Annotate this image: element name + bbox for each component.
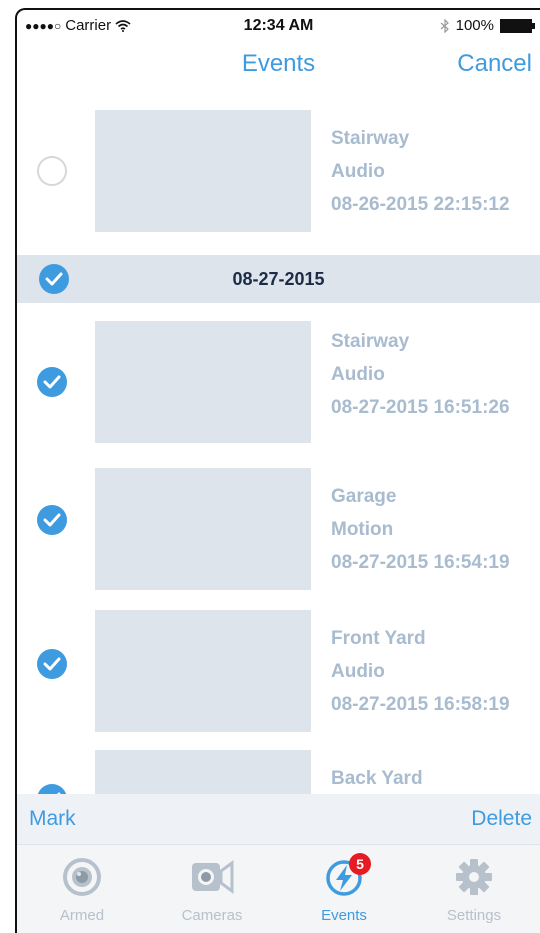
nav-bar: Events Cancel [17, 42, 540, 92]
event-thumbnail[interactable] [95, 110, 311, 232]
camera-icon [192, 860, 234, 894]
checked-circle-icon[interactable] [37, 367, 67, 397]
checked-circle-icon[interactable] [37, 505, 67, 535]
event-type: Audio [331, 364, 385, 385]
event-meta: Stairway Audio 08-26-2015 22:15:12 [331, 122, 510, 221]
event-camera: Stairway [331, 128, 410, 149]
event-timestamp: 08-27-2015 16:58:19 [331, 694, 510, 715]
event-type: Motion [331, 519, 394, 540]
event-meta: Stairway Audio 08-27-2015 16:51:26 [331, 325, 510, 424]
unchecked-circle-icon[interactable] [37, 156, 67, 186]
event-row[interactable]: Back Yard [17, 742, 540, 794]
event-row[interactable]: Stairway Audio 08-27-2015 16:51:26 [17, 311, 540, 451]
delete-button[interactable]: Delete [471, 807, 532, 831]
tab-cameras[interactable]: Cameras [147, 845, 277, 933]
event-camera: Stairway [331, 331, 410, 352]
cancel-button[interactable]: Cancel [457, 50, 532, 78]
tab-settings-label: Settings [446, 907, 502, 924]
tab-armed[interactable]: Armed [17, 845, 147, 933]
event-camera: Garage [331, 486, 397, 507]
date-section-header[interactable]: 08-27-2015 [17, 255, 540, 303]
event-timestamp: 08-27-2015 16:54:19 [331, 552, 510, 573]
checked-circle-icon[interactable] [37, 649, 67, 679]
tab-bar: Armed Cameras 5 Events Settings [17, 844, 540, 933]
tab-settings[interactable]: Settings [409, 845, 539, 933]
event-type: Audio [331, 161, 385, 182]
event-meta: Front Yard Audio 08-27-2015 16:58:19 [331, 622, 510, 721]
event-camera: Front Yard [331, 628, 426, 649]
mark-button[interactable]: Mark [29, 807, 76, 831]
event-camera: Back Yard [331, 768, 423, 789]
battery-icon [500, 18, 535, 33]
checked-circle-icon[interactable] [37, 784, 67, 794]
event-thumbnail[interactable] [95, 321, 311, 443]
battery-percent: 100% [455, 17, 494, 34]
event-type: Audio [331, 661, 385, 682]
phone-frame: ●●●●○ Carrier 12:34 AM 100% Events Cance… [15, 8, 540, 933]
event-thumbnail[interactable] [95, 610, 311, 732]
section-date: 08-27-2015 [232, 269, 325, 289]
events-badge: 5 [349, 853, 371, 875]
tab-events[interactable]: 5 Events [279, 845, 409, 933]
status-bar: ●●●●○ Carrier 12:34 AM 100% [17, 10, 540, 42]
event-row[interactable]: Stairway Audio 08-26-2015 22:15:12 [17, 100, 540, 240]
action-bar: Mark Delete [17, 794, 540, 844]
event-meta: Garage Motion 08-27-2015 16:54:19 [331, 480, 510, 579]
event-row[interactable]: Front Yard Audio 08-27-2015 16:58:19 [17, 600, 540, 740]
event-row[interactable]: Garage Motion 08-27-2015 16:54:19 [17, 458, 540, 598]
tab-cameras-label: Cameras [181, 907, 243, 924]
tab-armed-label: Armed [59, 907, 105, 924]
event-meta: Back Yard [331, 762, 423, 794]
event-list[interactable]: Stairway Audio 08-26-2015 22:15:12 08-27… [17, 92, 540, 794]
event-timestamp: 08-26-2015 22:15:12 [331, 194, 510, 215]
armed-icon [63, 858, 101, 896]
bluetooth-icon [440, 18, 449, 33]
event-thumbnail[interactable] [95, 468, 311, 590]
event-timestamp: 08-27-2015 16:51:26 [331, 397, 510, 418]
tab-events-label: Events [321, 907, 367, 924]
gear-icon [456, 859, 492, 895]
battery-area: 100% [440, 17, 535, 34]
event-thumbnail[interactable] [95, 750, 311, 794]
